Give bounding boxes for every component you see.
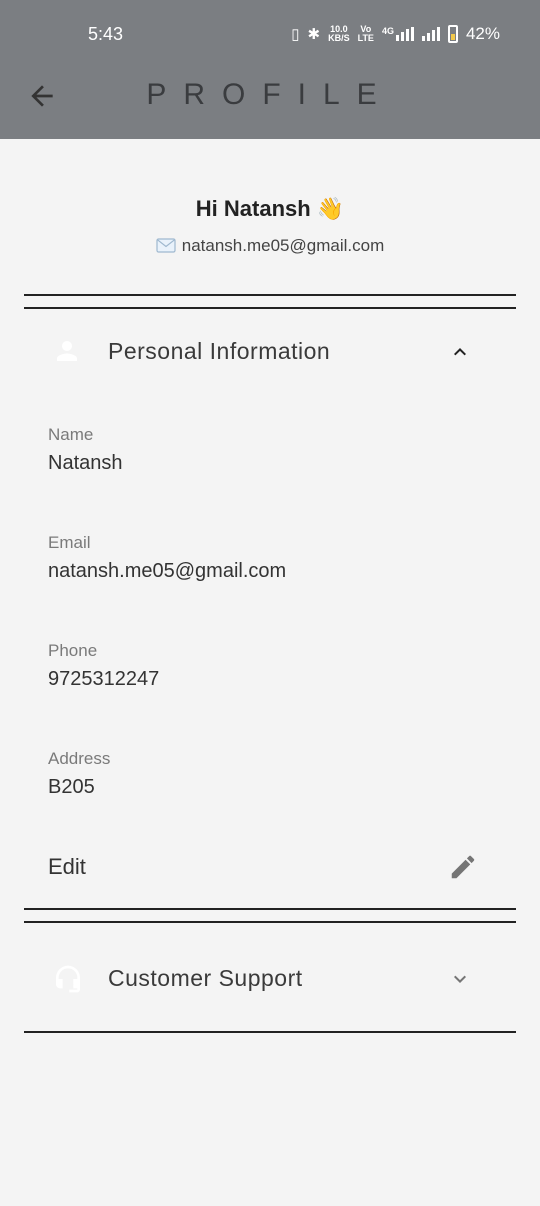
chevron-down-icon xyxy=(454,975,466,983)
field-value-phone: 9725312247 xyxy=(48,668,160,690)
page-title: PROFILE xyxy=(146,78,394,111)
battery-icon xyxy=(447,25,458,43)
divider xyxy=(24,1031,516,1033)
status-time: 5:43 xyxy=(88,24,124,44)
divider xyxy=(24,307,516,309)
edit-label: Edit xyxy=(48,854,86,879)
field-label-name: Name xyxy=(48,425,94,444)
field-label-address: Address xyxy=(48,749,111,768)
chevron-up-icon xyxy=(454,348,466,356)
field-label-email: Email xyxy=(48,533,91,552)
net-speed-unit: KB/S xyxy=(328,33,350,43)
greeting-text: Hi Natansh 👋 xyxy=(195,196,345,221)
field-label-phone: Phone xyxy=(48,641,98,660)
status-icons: ▯ ✱ 10.0 KB/S Vo LTE 4G 42% xyxy=(291,24,500,44)
bluetooth-icon: ✱ xyxy=(307,26,321,43)
pencil-icon xyxy=(451,855,475,879)
field-value-email: natansh.me05@gmail.com xyxy=(48,560,287,582)
personal-info-title: Personal Information xyxy=(108,338,331,364)
customer-support-header[interactable]: Customer Support xyxy=(24,937,516,1017)
volte-indicator: Vo LTE xyxy=(358,25,374,43)
vibrate-icon: ▯ xyxy=(291,26,300,43)
envelope-icon xyxy=(156,238,176,253)
signal-4g-icon: 4G xyxy=(382,27,414,41)
net-speed: 10.0 KB/S xyxy=(328,25,350,43)
volte-bottom: LTE xyxy=(357,33,374,43)
app-bar: 5:43 ▯ ✱ 10.0 KB/S Vo LTE 4G 42% PROFILE xyxy=(0,0,540,139)
field-value-address: B205 xyxy=(48,776,95,798)
customer-support-title: Customer Support xyxy=(108,965,303,991)
divider xyxy=(24,908,516,910)
divider xyxy=(24,921,516,923)
greeting-email-text: natansh.me05@gmail.com xyxy=(181,236,385,255)
greeting-email: natansh.me05@gmail.com xyxy=(0,236,540,256)
field-value-name: Natansh xyxy=(48,452,123,474)
signal-icon xyxy=(421,27,440,41)
divider xyxy=(24,294,516,296)
network-type: 4G xyxy=(381,26,394,36)
battery-percent: 42% xyxy=(465,24,500,43)
edit-button[interactable]: Edit xyxy=(24,838,516,894)
person-icon xyxy=(57,341,77,361)
personal-info-header[interactable]: Personal Information xyxy=(24,310,516,390)
headset-icon xyxy=(56,965,80,993)
